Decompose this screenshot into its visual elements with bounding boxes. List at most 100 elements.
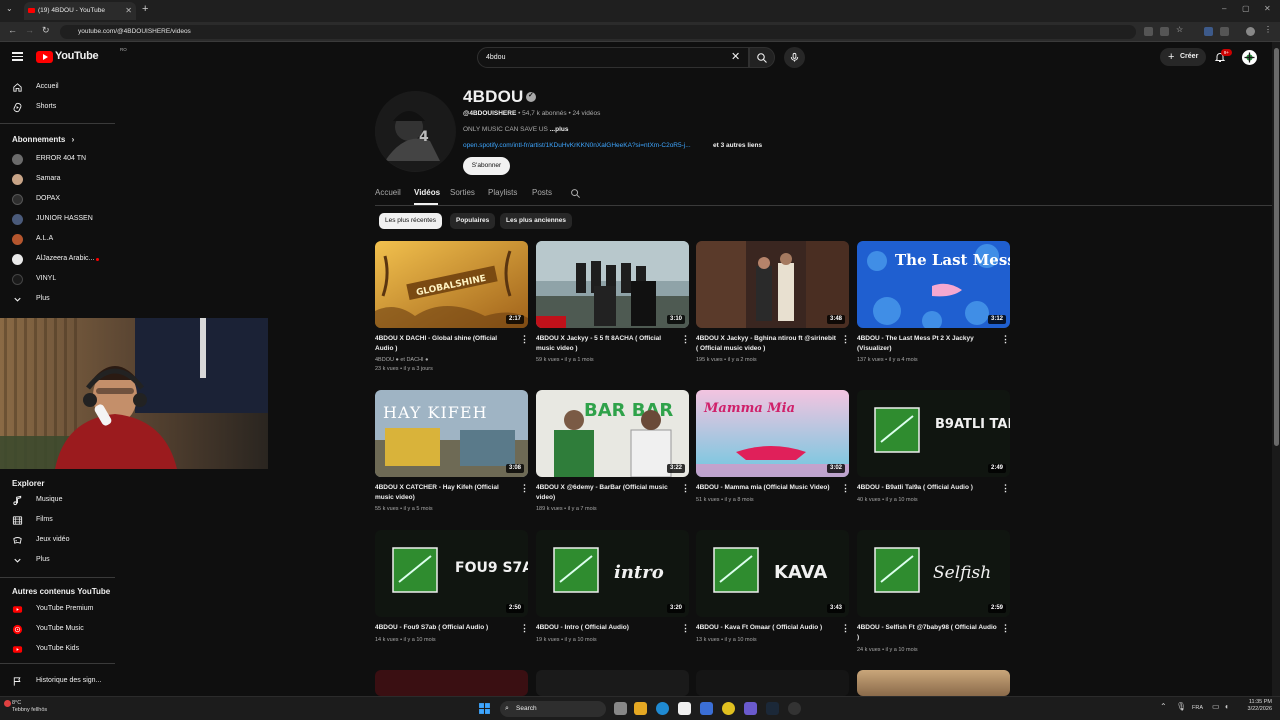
back-icon[interactable]: ← bbox=[8, 25, 17, 35]
tab-close-icon[interactable]: ✕ bbox=[125, 2, 132, 20]
scrollbar-thumb[interactable] bbox=[1274, 48, 1279, 446]
video-menu-icon[interactable]: ⋮ bbox=[841, 624, 850, 633]
clock[interactable]: 11:35 PM 3/22/2026 bbox=[1238, 699, 1272, 713]
url-field[interactable]: youtube.com/@4BDOUISHERE/videos bbox=[60, 25, 1136, 39]
sidebar-item-shorts[interactable]: Shorts bbox=[0, 97, 115, 117]
maximize-icon[interactable]: ▢ bbox=[1242, 4, 1250, 13]
video-title[interactable]: 4BDOU X Jackyy - Bghina ntirou ft @sirin… bbox=[696, 334, 836, 353]
bookmark-star-icon[interactable]: ☆ bbox=[1176, 25, 1185, 34]
video-title[interactable]: 4BDOU - The Last Mess Pt 2 X Jackyy (Vis… bbox=[857, 334, 997, 353]
search-button[interactable] bbox=[749, 47, 775, 68]
chip-oldest[interactable]: Les plus anciennes bbox=[500, 213, 572, 229]
app-icon[interactable] bbox=[700, 702, 713, 715]
video-menu-icon[interactable]: ⋮ bbox=[681, 484, 690, 493]
video-menu-icon[interactable]: ⋮ bbox=[841, 484, 850, 493]
subscription-item[interactable]: DOPAX bbox=[0, 189, 115, 209]
subscription-item[interactable]: A.L.A bbox=[0, 229, 115, 249]
tray-chevron-icon[interactable]: ⌃ bbox=[1160, 702, 1167, 711]
video-title[interactable]: 4BDOU X CATCHER - Hay Kifeh (Official mu… bbox=[375, 483, 515, 502]
video-thumbnail[interactable]: B9ATLI TAL9A 2:49 bbox=[857, 390, 1010, 477]
sidebar-item-films[interactable]: Films bbox=[0, 510, 115, 530]
explore-more[interactable]: Plus bbox=[0, 550, 115, 570]
video-thumbnail[interactable] bbox=[696, 670, 849, 696]
sidebar-item-youtube-music[interactable]: YouTube Music bbox=[0, 619, 115, 639]
cast-icon[interactable] bbox=[1160, 27, 1169, 36]
discord-icon[interactable] bbox=[744, 702, 757, 715]
sidebar-item-home[interactable]: Accueil bbox=[0, 77, 115, 97]
video-title[interactable]: 4BDOU - Intro ( Official Audio) bbox=[536, 623, 676, 633]
tab-home[interactable]: Accueil bbox=[375, 188, 401, 197]
taskbar-search[interactable]: ⌕ Search bbox=[500, 701, 606, 717]
author-name[interactable]: 4BDOU bbox=[375, 357, 394, 363]
extension-icon[interactable] bbox=[1204, 27, 1213, 36]
subscribe-button[interactable]: S'abonner bbox=[463, 157, 510, 175]
channel-description[interactable]: ONLY MUSIC CAN SAVE US ...plus bbox=[463, 126, 568, 133]
guide-menu-icon[interactable] bbox=[12, 52, 23, 61]
video-thumbnail[interactable]: The Last Mess 3:12 bbox=[857, 241, 1010, 328]
network-icon[interactable]: ▭ bbox=[1212, 702, 1220, 711]
video-thumbnail[interactable]: HAY KIFEH 3:08 bbox=[375, 390, 528, 477]
new-tab-button[interactable]: + bbox=[142, 3, 148, 15]
video-thumbnail[interactable]: FOU9 S7AB 2:50 bbox=[375, 530, 528, 617]
description-more-link[interactable]: ...plus bbox=[550, 126, 569, 133]
tab-playlists[interactable]: Playlists bbox=[488, 188, 517, 197]
video-menu-icon[interactable]: ⋮ bbox=[841, 335, 850, 344]
create-button[interactable]: + Créer bbox=[1160, 48, 1206, 66]
tab-search-icon[interactable]: ⌄ bbox=[6, 4, 13, 13]
tab-posts[interactable]: Posts bbox=[532, 188, 552, 197]
sidebar-item-report-history[interactable]: Historique des sign... bbox=[0, 671, 115, 691]
subscription-item[interactable]: AlJazeera Arabic... bbox=[0, 249, 115, 269]
video-thumbnail[interactable] bbox=[857, 670, 1010, 696]
channel-search-icon[interactable] bbox=[570, 188, 581, 199]
subscriptions-more[interactable]: Plus bbox=[0, 289, 115, 309]
video-menu-icon[interactable]: ⋮ bbox=[520, 335, 529, 344]
forward-icon[interactable]: → bbox=[25, 25, 34, 35]
close-window-icon[interactable]: ✕ bbox=[1264, 4, 1271, 13]
weather-widget[interactable]: 8°C Tebbny fellhös bbox=[12, 700, 47, 714]
video-thumbnail[interactable]: Mamma Mia 3:02 bbox=[696, 390, 849, 477]
clear-search-icon[interactable]: ✕ bbox=[731, 50, 740, 63]
tab-videos[interactable]: Vidéos bbox=[414, 188, 440, 197]
search-input[interactable]: 4bdou bbox=[477, 47, 749, 68]
mic-tray-icon[interactable]: 🎙 bbox=[1176, 702, 1186, 711]
video-thumbnail[interactable]: BAR BAR 3:22 bbox=[536, 390, 689, 477]
video-title[interactable]: 4BDOU X @6demy - BarBar (Official music … bbox=[536, 483, 676, 502]
task-view-icon[interactable] bbox=[614, 702, 627, 715]
account-avatar[interactable] bbox=[1242, 50, 1257, 65]
browser-menu-icon[interactable]: ⋮ bbox=[1264, 25, 1273, 34]
channel-external-link[interactable]: open.spotify.com/intl-fr/artist/1KDuHvKr… bbox=[463, 142, 709, 149]
video-thumbnail[interactable]: Selfish 2:59 bbox=[857, 530, 1010, 617]
reload-icon[interactable]: ↻ bbox=[42, 25, 50, 36]
minimize-icon[interactable]: – bbox=[1222, 4, 1226, 13]
video-title[interactable]: 4BDOU - B9atli Tal9a ( Official Audio ) bbox=[857, 483, 997, 493]
channel-avatar-large[interactable]: 4 bbox=[375, 91, 456, 172]
translate-icon[interactable] bbox=[1144, 27, 1153, 36]
video-menu-icon[interactable]: ⋮ bbox=[1001, 624, 1010, 633]
file-explorer-icon[interactable] bbox=[634, 702, 647, 715]
store-icon[interactable] bbox=[678, 702, 691, 715]
video-title[interactable]: 4BDOU - Kava Ft Omaar ( Official Audio ) bbox=[696, 623, 836, 633]
subscription-item[interactable]: Samara bbox=[0, 169, 115, 189]
video-menu-icon[interactable]: ⋮ bbox=[520, 624, 529, 633]
video-menu-icon[interactable]: ⋮ bbox=[681, 624, 690, 633]
video-thumbnail[interactable]: KAVA 3:43 bbox=[696, 530, 849, 617]
video-menu-icon[interactable]: ⋮ bbox=[1001, 484, 1010, 493]
steam-icon[interactable] bbox=[766, 702, 779, 715]
video-title[interactable]: 4BDOU - Mamma mia (Official Music Video) bbox=[696, 483, 836, 493]
sidebar-item-music[interactable]: Musique bbox=[0, 490, 115, 510]
video-title[interactable]: 4BDOU X DACHI - Global shine (Official A… bbox=[375, 334, 515, 353]
chip-popular[interactable]: Populaires bbox=[450, 213, 496, 229]
video-title[interactable]: 4BDOU - Selfish Ft @7baby98 ( Official A… bbox=[857, 623, 997, 642]
sidebar-item-gaming[interactable]: Jeux vidéo bbox=[0, 530, 115, 550]
browser-tab[interactable]: (19) 4BDOU - YouTube ✕ bbox=[24, 2, 136, 20]
video-thumbnail[interactable]: 3:10 bbox=[536, 241, 689, 328]
subscriptions-heading[interactable]: Abonnements › bbox=[12, 135, 74, 144]
more-links-link[interactable]: et 3 autres liens bbox=[713, 142, 762, 149]
video-menu-icon[interactable]: ⋮ bbox=[520, 484, 529, 493]
tab-releases[interactable]: Sorties bbox=[450, 188, 475, 197]
subscription-item[interactable]: VINYL bbox=[0, 269, 115, 289]
profile-icon[interactable] bbox=[1246, 27, 1255, 36]
video-thumbnail[interactable] bbox=[375, 670, 528, 696]
video-thumbnail[interactable]: GLOBALSHINE 2:17 bbox=[375, 241, 528, 328]
sidebar-item-youtube-premium[interactable]: YouTube Premium bbox=[0, 599, 115, 619]
